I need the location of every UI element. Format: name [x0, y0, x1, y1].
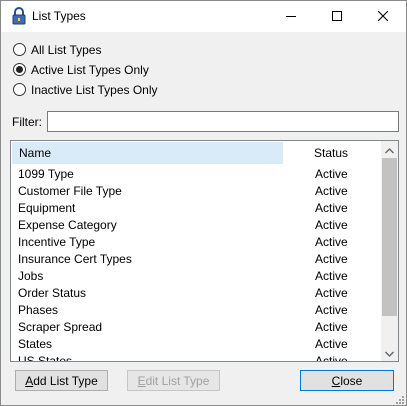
radio-button-inactive[interactable]: [13, 83, 26, 96]
list-item[interactable]: Insurance Cert Types Active: [11, 251, 381, 268]
list-item-status: Active: [315, 303, 348, 317]
list-item[interactable]: Incentive Type Active: [11, 234, 381, 251]
list-item-name: Insurance Cert Types: [18, 252, 132, 266]
radio-button-active[interactable]: [13, 63, 26, 76]
filter-input[interactable]: [47, 111, 399, 132]
vertical-scrollbar[interactable]: [381, 141, 398, 361]
add-list-type-button[interactable]: Add List Type: [15, 370, 108, 391]
list-item[interactable]: Customer File Type Active: [11, 183, 381, 200]
scroll-up-button[interactable]: [381, 141, 398, 158]
maximize-icon: [332, 10, 342, 24]
list-item[interactable]: Jobs Active: [11, 268, 381, 285]
add-mnemonic: A: [25, 373, 34, 388]
list-item-status: Active: [315, 269, 348, 283]
close-button-label: lose: [340, 373, 363, 388]
edit-list-type-button[interactable]: Edit List Type: [127, 370, 220, 391]
column-header-status[interactable]: Status: [314, 142, 348, 164]
list-item-status: Active: [315, 235, 348, 249]
list-item[interactable]: Equipment Active: [11, 200, 381, 217]
maximize-button[interactable]: [314, 1, 360, 32]
edit-mnemonic: E: [137, 373, 146, 388]
radio-label-all: All List Types: [31, 42, 102, 57]
list-item-status: Active: [315, 337, 348, 351]
radio-all-list-types[interactable]: All List Types: [13, 41, 101, 58]
list-item[interactable]: US States Active: [11, 353, 381, 362]
list-item-status: Active: [315, 201, 348, 215]
list-item[interactable]: Expense Category Active: [11, 217, 381, 234]
list-item-name: 1099 Type: [18, 167, 74, 181]
minimize-button[interactable]: [268, 1, 314, 32]
close-window-button[interactable]: [360, 1, 406, 32]
title-bar[interactable]: List Types: [1, 1, 406, 32]
list-item-status: Active: [315, 320, 348, 334]
list-types-listview[interactable]: Name Status 1099 Type Active Customer File…: [10, 140, 399, 362]
list-item-status: Active: [315, 218, 348, 232]
list-header: Name Status: [11, 141, 381, 165]
add-button-label: dd List Type: [33, 373, 98, 388]
radio-label-active: Active List Types Only: [31, 62, 149, 77]
close-button[interactable]: Close: [300, 370, 394, 391]
list-item-status: Active: [315, 167, 348, 181]
list-item-name: Jobs: [18, 269, 44, 283]
radio-button-all[interactable]: [13, 43, 26, 56]
list-item-name: Customer File Type: [18, 184, 122, 198]
scroll-thumb[interactable]: [382, 158, 397, 316]
scroll-down-button[interactable]: [381, 344, 398, 361]
padlock-icon: [11, 7, 27, 25]
list-rows: 1099 Type Active Customer File Type Active E…: [11, 166, 381, 362]
list-item-name: Phases: [18, 303, 59, 317]
radio-label-inactive: Inactive List Types Only: [31, 82, 158, 97]
list-item[interactable]: Phases Active: [11, 302, 381, 319]
list-item-status: Active: [315, 354, 348, 362]
list-item-status: Active: [315, 184, 348, 198]
close-icon: [377, 10, 389, 24]
list-item-name: Incentive Type: [18, 235, 96, 249]
list-item[interactable]: Order Status Active: [11, 285, 381, 302]
chevron-down-icon: [385, 346, 394, 360]
list-item[interactable]: Scraper Spread Active: [11, 319, 381, 336]
list-item-status: Active: [315, 286, 348, 300]
column-header-name[interactable]: Name: [12, 142, 283, 164]
chevron-up-icon: [385, 143, 394, 157]
list-item-name: Equipment: [18, 201, 76, 215]
list-item-name: States: [18, 337, 53, 351]
list-item[interactable]: 1099 Type Active: [11, 166, 381, 183]
list-item[interactable]: States Active: [11, 336, 381, 353]
resize-grip-icon[interactable]: [394, 393, 404, 404]
radio-inactive-list-types-only[interactable]: Inactive List Types Only: [13, 81, 158, 98]
edit-button-label: dit List Type: [145, 373, 210, 388]
list-types-window: List Types All List Types Active List Ty…: [0, 0, 407, 406]
list-item-name: US States: [18, 354, 73, 362]
radio-active-list-types-only[interactable]: Active List Types Only: [13, 61, 149, 78]
close-mnemonic: C: [331, 373, 341, 388]
list-item-name: Order Status: [18, 286, 87, 300]
window-title: List Types: [32, 9, 86, 23]
list-item-name: Expense Category: [18, 218, 117, 232]
list-item-status: Active: [315, 252, 348, 266]
filter-label: Filter:: [12, 115, 42, 129]
minimize-icon: [286, 10, 296, 24]
list-item-name: Scraper Spread: [18, 320, 103, 334]
